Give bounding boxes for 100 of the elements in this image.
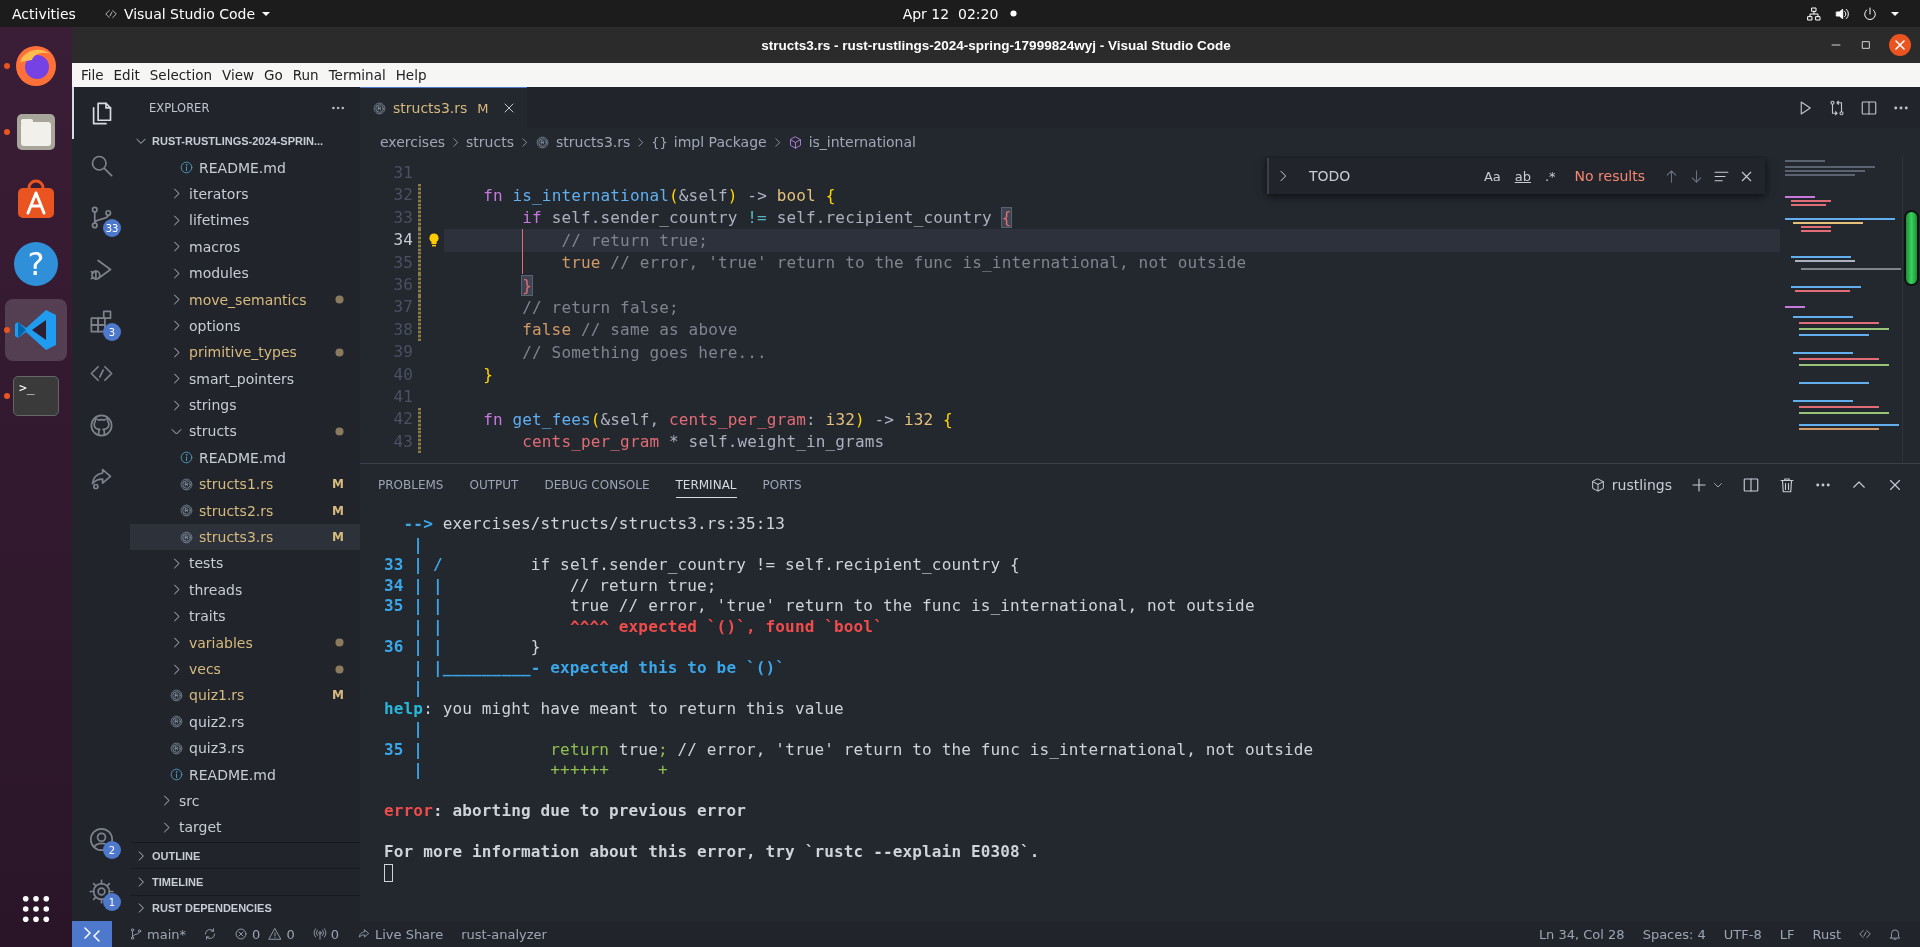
code-line: } [482, 365, 493, 385]
menu-item[interactable]: Selection [144, 67, 217, 83]
status-item[interactable]: Spaces: 4 [1633, 926, 1715, 942]
panel-tab[interactable]: PORTS [762, 472, 802, 498]
terminal-line: For more information about this error, try `rustc --explain E0308`. [384, 842, 1041, 863]
menu-item[interactable]: Help [390, 67, 432, 83]
sync-icon[interactable] [203, 927, 217, 941]
tree-item[interactable]: iterators [130, 180, 360, 208]
status-item[interactable]: Ln 34, Col 28 [1529, 926, 1634, 942]
remote-icon[interactable] [1858, 927, 1872, 941]
app-menu[interactable]: Visual Studio Code [103, 5, 271, 22]
breadcrumb[interactable]: structs3.rs [535, 134, 631, 150]
tree-item[interactable]: options [130, 312, 360, 340]
network-icon[interactable] [1806, 5, 1822, 22]
git-status-letter: M [332, 503, 344, 518]
status-item[interactable]: LF [1770, 926, 1804, 942]
settings-icon[interactable] [87, 877, 115, 905]
split-terminal-icon[interactable] [1742, 476, 1760, 494]
breadcrumb[interactable]: exercises [380, 134, 446, 150]
tree-item[interactable]: move_semantics [130, 286, 360, 313]
close-icon[interactable] [1888, 33, 1912, 57]
code-line: // return true; [560, 230, 709, 250]
tree-item[interactable]: macros [130, 233, 360, 260]
section-header[interactable]: OUTLINE [130, 841, 360, 869]
breadcrumb[interactable]: {} impl Package [651, 134, 767, 150]
count-badge: 1 [103, 893, 121, 911]
menu-item[interactable]: Terminal [323, 67, 391, 83]
new-terminal-icon[interactable] [1690, 476, 1708, 494]
tree-item[interactable]: structs1.rs M [130, 471, 360, 498]
terminal-launcher[interactable]: >_ [5, 365, 67, 427]
clock[interactable]: Apr 12 02:20 [902, 5, 999, 22]
folder-header[interactable]: RUST-RUSTLINGS-2024-SPRIN... [130, 128, 360, 155]
git-status-letter: M [332, 530, 344, 545]
trash-icon[interactable] [1778, 476, 1796, 494]
tree-item[interactable]: target [130, 814, 360, 841]
terminal-line: | [412, 719, 425, 740]
find-input[interactable]: TODO [1299, 168, 1473, 184]
panel-tab[interactable]: PROBLEMS [378, 472, 444, 498]
tree-item[interactable]: lifetimes [130, 207, 360, 234]
account-icon[interactable] [87, 825, 115, 853]
panel-tab[interactable]: OUTPUT [469, 472, 519, 498]
status-item[interactable]: UTF-8 [1714, 926, 1771, 942]
lightbulb-icon[interactable] [426, 232, 442, 249]
menu-item[interactable]: Edit [108, 67, 145, 83]
tree-item[interactable]: quiz1.rs M [130, 682, 360, 709]
tree-item[interactable]: primitive_types [130, 339, 360, 366]
tree-item[interactable]: modules [130, 259, 360, 287]
terminal-line: 35 | return true; // error, 'true' return to the func is_international, not outside [384, 739, 1315, 760]
compare-icon[interactable] [1828, 98, 1846, 117]
language-server-status[interactable]: rust-analyzer [452, 926, 556, 942]
app-grid-icon[interactable] [22, 895, 50, 923]
tree-item[interactable]: quiz3.rs [130, 735, 360, 762]
activities-button[interactable]: Activities [12, 5, 76, 22]
tree-item[interactable]: src [130, 787, 360, 815]
vscode-launcher[interactable] [5, 299, 67, 361]
terminal-line: | ++++++ + [412, 760, 669, 781]
terminal-line: 33 | / if self.sender_country != self.recipient_country { [384, 555, 1021, 576]
scrollbar-thumb[interactable] [1904, 210, 1919, 286]
power-icon[interactable] [1862, 5, 1878, 22]
match-case-toggle[interactable]: Aa [1480, 168, 1504, 184]
ports-status[interactable]: 0 [303, 926, 348, 942]
tree-item[interactable]: structs3.rs M [130, 523, 360, 551]
tree-item[interactable]: structs2.rs M [130, 497, 360, 524]
menu-item[interactable]: View [216, 67, 259, 83]
breadcrumb[interactable]: structs [466, 134, 514, 150]
live-share-status[interactable]: Live Share [347, 926, 453, 942]
share-arrow-icon [356, 927, 371, 941]
section-header[interactable]: TIMELINE [130, 868, 360, 895]
branch-status[interactable]: main* [120, 926, 195, 942]
terminal-line: | [412, 678, 425, 699]
warning-icon [268, 927, 283, 941]
menu-item[interactable]: Go [259, 67, 288, 83]
whole-word-toggle[interactable]: ab [1511, 168, 1534, 184]
tree-item[interactable]: quiz2.rs [130, 708, 360, 735]
remote-indicator[interactable] [72, 921, 112, 947]
menu-item[interactable]: Run [287, 67, 324, 83]
panel-tab[interactable]: DEBUG CONSOLE [544, 472, 650, 498]
tree-item[interactable]: strings [130, 391, 360, 419]
status-item[interactable]: Rust [1803, 926, 1850, 942]
tree-item[interactable]: tests [130, 550, 360, 577]
rust-file-icon [179, 476, 194, 492]
tree-item[interactable]: traits [130, 603, 360, 630]
tree-item[interactable]: README.md [130, 444, 360, 472]
problems-status[interactable]: 0 0 [225, 926, 304, 942]
tree-item[interactable]: variables [130, 629, 360, 656]
split-editor-icon[interactable] [1860, 98, 1878, 117]
git-status-letter: M [332, 477, 344, 492]
breadcrumb[interactable]: is_international [787, 134, 916, 150]
tree-item[interactable]: structs [130, 418, 360, 445]
notification-bell-icon[interactable] [1888, 927, 1902, 941]
menu-item[interactable]: File [76, 67, 109, 83]
search-result: No results [1574, 168, 1645, 184]
regex-toggle[interactable]: .* [1541, 168, 1559, 184]
tree-item[interactable]: smart_pointers [130, 365, 360, 392]
panel-tab[interactable]: TERMINAL [675, 472, 737, 498]
tree-item[interactable]: threads [130, 576, 360, 604]
tree-item[interactable]: README.md [130, 761, 360, 788]
tree-item[interactable]: README.md [130, 154, 360, 181]
terminal-selector[interactable]: rustlings [1589, 477, 1672, 493]
tree-item[interactable]: vecs [130, 655, 360, 683]
